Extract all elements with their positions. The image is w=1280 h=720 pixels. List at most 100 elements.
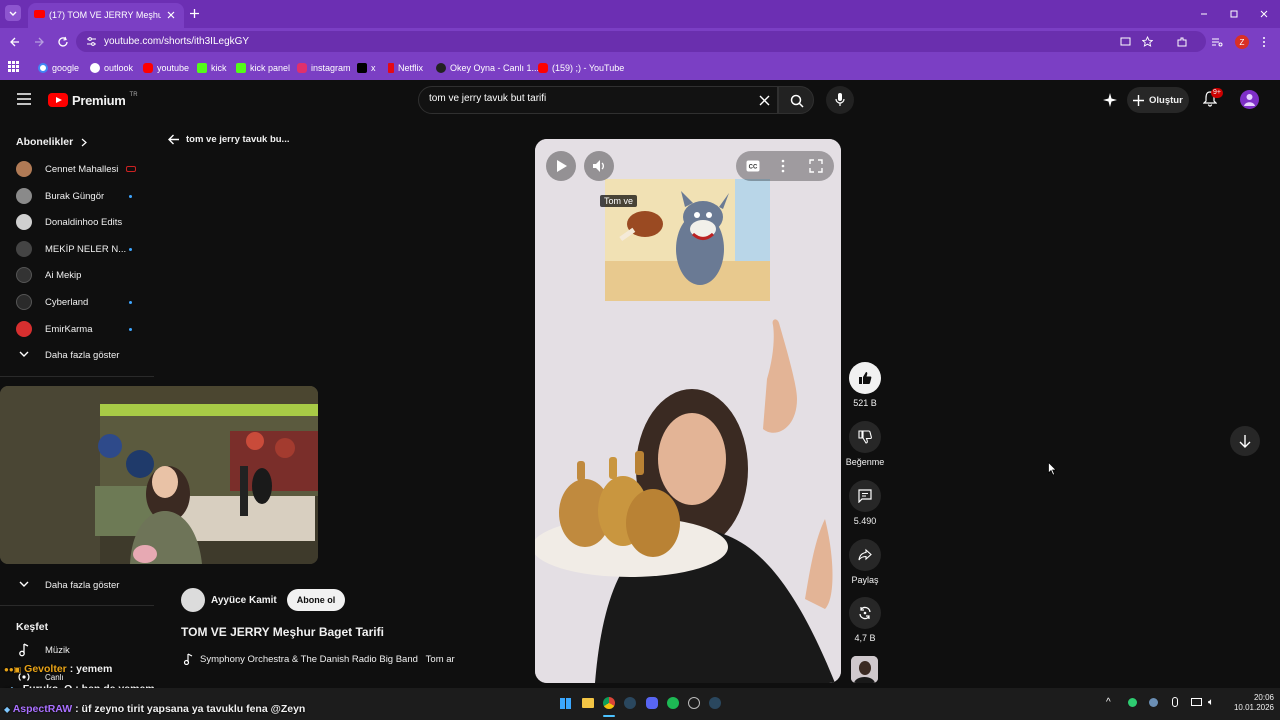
apps-grid-icon[interactable] [8,61,19,72]
cast-icon[interactable] [1120,36,1131,47]
sidebar-item-mekip-neler[interactable]: MEKİP NELER N... [16,238,150,260]
show-more-subscriptions[interactable]: Daha fazla göster [16,344,150,366]
bookmark-kick-panel[interactable]: kick panel [236,60,290,75]
comments-button[interactable] [849,480,881,512]
like-button[interactable] [849,362,881,394]
volume-button[interactable] [584,151,614,181]
sidebar-item-burak-gungor[interactable]: Burak Güngör [16,185,150,207]
url-bar[interactable]: youtube.com/shorts/ith3ILegkGY [76,31,1206,52]
forward-arrow-icon[interactable] [33,36,45,48]
close-window-icon[interactable] [1259,9,1269,19]
comments-action[interactable]: 5.490 [845,480,885,526]
reload-icon[interactable] [57,36,69,48]
spotify-icon[interactable] [667,697,679,709]
discord-icon[interactable] [646,697,658,709]
gemini-sparkle-icon[interactable] [1103,93,1117,107]
bookmark-google[interactable]: google [38,60,79,75]
like-action[interactable]: 521 B [845,362,885,408]
short-video-player[interactable]: Tom ve CC [535,139,841,683]
share-action[interactable]: Paylaş [845,539,885,585]
bookmark-label: kick panel [250,62,291,73]
speaker-icon[interactable]: 🔈︎ [1208,697,1214,708]
bookmark-instagram[interactable]: instagram [297,60,351,75]
network-icon[interactable] [1191,698,1202,706]
close-tab-icon[interactable] [166,10,176,20]
bookmark-youtube[interactable]: youtube [143,60,189,75]
more-options-icon[interactable] [781,159,785,173]
subscriptions-header[interactable]: Abonelikler [16,136,88,148]
music-row[interactable]: Symphony Orchestra & The Danish Radio Bi… [183,652,483,666]
tray-app-icon[interactable] [1128,698,1137,707]
browser-toolbar: youtube.com/shorts/ith3ILegkGY Z [0,28,1280,55]
clock-time: 20:06 [1253,693,1274,702]
youtube-icon [143,62,153,73]
app-icon[interactable] [688,697,700,709]
sidebar-item-music[interactable]: Müzik [16,639,150,661]
notifications-button[interactable]: 9+ [1203,88,1223,109]
channel-avatar[interactable] [181,588,205,612]
audio-thumbnail[interactable] [851,656,878,683]
voice-search-button[interactable] [826,86,854,114]
show-hidden-icons-icon[interactable]: ^ [1106,697,1111,708]
show-more-second[interactable]: Daha fazla göster [16,574,150,596]
remix-action[interactable]: 4,7 B [845,597,885,643]
share-button[interactable] [849,539,881,571]
browser-tab[interactable]: (17) TOM VE JERRY Meşhur Bag [28,3,184,28]
sidebar-item-cyberland[interactable]: Cyberland [16,291,150,313]
file-explorer-icon[interactable] [582,698,594,708]
profile-avatar[interactable]: Z [1235,35,1249,49]
dislike-action[interactable]: Beğenme [845,421,885,467]
play-button[interactable] [546,151,576,181]
channel-name: Ai Mekip [45,269,82,281]
search-input[interactable] [429,93,749,104]
chrome-icon[interactable] [603,697,615,709]
steam-tray-icon[interactable] [1149,698,1158,707]
subscribe-button[interactable]: Abone ol [286,589,346,611]
back-arrow-icon[interactable] [9,36,21,48]
sidebar-item-emirkarma[interactable]: EmirKarma [16,318,150,340]
back-to-results[interactable]: tom ve jerry tavuk bu... [168,134,289,145]
create-button[interactable]: Oluştur [1127,87,1189,113]
chevron-right-icon [81,138,88,146]
microphone-tray-icon[interactable] [1172,697,1178,707]
search-box[interactable] [418,86,778,114]
bookmark-star-icon[interactable] [1142,36,1153,47]
share-arrow-icon [858,548,872,561]
next-short-button[interactable] [1230,426,1260,456]
account-avatar[interactable] [1240,90,1259,109]
bookmark-netflix[interactable]: Netflix [388,60,423,75]
site-info-icon[interactable] [86,36,97,47]
bookmark-okey[interactable]: Okey Oyna - Canlı 1... [436,60,539,75]
bookmark-kick[interactable]: kick [197,60,227,75]
minimize-icon[interactable] [1199,9,1209,19]
clock[interactable]: 20:06 10.01.2026 [1228,693,1274,713]
channel-name[interactable]: Ayyüce Kamit [211,595,277,606]
sidebar-item-cennet-mahallesi[interactable]: Cennet Mahallesi [16,158,150,180]
tab-search-button[interactable] [5,5,21,21]
media-control-icon[interactable] [1211,36,1223,48]
fullscreen-icon[interactable] [809,159,823,173]
bookmark-youtube-159[interactable]: (159) ;) - YouTube [538,60,624,75]
extensions-icon[interactable] [1176,36,1188,48]
start-windows-icon[interactable] [560,698,571,709]
new-tab-icon[interactable] [189,8,200,19]
play-icon [557,160,567,172]
bookmark-outlook[interactable]: outlook [90,60,133,75]
clear-search-icon[interactable] [759,95,770,106]
steam-icon[interactable] [709,697,721,709]
arrow-down-icon [1239,435,1251,448]
top-right-controls: CC [736,151,834,181]
bookmark-x[interactable]: x [357,60,376,75]
steam-icon[interactable] [624,697,636,709]
search-button[interactable] [778,86,814,114]
chevron-down-icon [19,351,29,357]
remix-button[interactable] [849,597,881,629]
dislike-button[interactable] [849,421,881,453]
closed-captions-icon[interactable]: CC [746,160,760,172]
sidebar-item-donaldinhoo-edits[interactable]: Donaldinhoo Edits [16,211,150,233]
sidebar-item-ai-mekip[interactable]: Ai Mekip [16,264,150,286]
youtube-premium-logo[interactable]: Premium TR [48,92,138,108]
hamburger-menu-icon[interactable] [17,93,31,105]
browser-menu-icon[interactable] [1261,36,1267,48]
restore-icon[interactable] [1229,9,1239,19]
